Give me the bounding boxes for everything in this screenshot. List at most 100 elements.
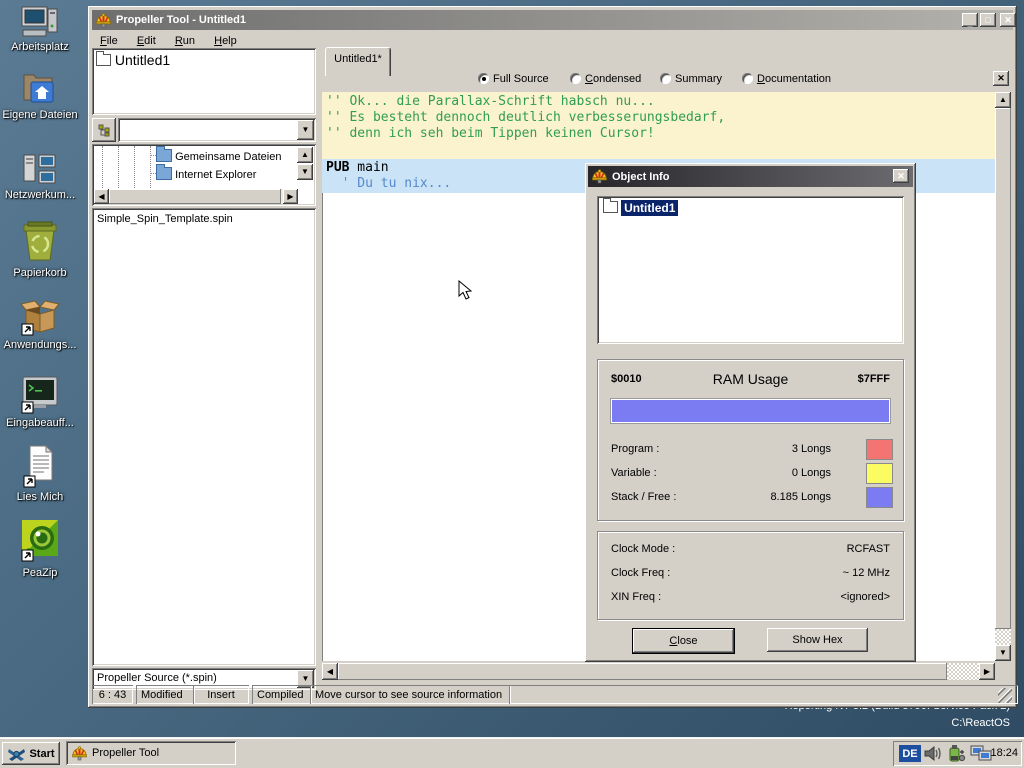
program-color-swatch bbox=[866, 439, 893, 460]
object-folder-icon bbox=[96, 54, 111, 66]
scroll-right-button[interactable]: ▶ bbox=[979, 663, 995, 680]
dialog-titlebar[interactable]: Object Info ✕ bbox=[588, 166, 913, 187]
folder-home-icon bbox=[21, 72, 59, 106]
dialog-tree-root-selected[interactable]: Untitled1 bbox=[621, 200, 678, 216]
tree-scroll-up-button[interactable]: ▲ bbox=[297, 147, 313, 163]
ram-row-label: Stack / Free : bbox=[611, 491, 676, 503]
file-list-item[interactable]: Simple_Spin_Template.spin bbox=[92, 208, 316, 225]
desktop-icon-peazip[interactable]: PeaZip bbox=[0, 518, 80, 579]
clock-row-value: <ignored> bbox=[840, 591, 890, 603]
maximize-button[interactable]: □ bbox=[980, 13, 996, 27]
network-status-icon[interactable] bbox=[970, 745, 992, 762]
window-titlebar[interactable]: Propeller Tool - Untitled1 _ □ ✕ bbox=[92, 10, 1013, 30]
desktop-icon-label: Netzwerkum... bbox=[0, 189, 80, 201]
clock-row-label: Clock Mode : bbox=[611, 543, 675, 555]
dialog-object-tree[interactable]: Untitled1 bbox=[597, 196, 904, 344]
tree-hscroll-thumb[interactable] bbox=[109, 189, 281, 204]
desktop-icon-arbeitsplatz[interactable]: Arbeitsplatz bbox=[0, 6, 80, 53]
ram-row-value: 8.185 Longs bbox=[718, 491, 831, 503]
desktop: Arbeitsplatz Eigene Dateien Netzwerkum..… bbox=[0, 0, 1024, 768]
object-view-panel[interactable]: Untitled1 bbox=[92, 48, 316, 115]
object-root-label[interactable]: Untitled1 bbox=[115, 52, 170, 68]
start-button[interactable]: Start bbox=[2, 742, 60, 765]
editor-horizontal-scrollbar[interactable]: ◀ ▶ bbox=[322, 663, 995, 680]
scroll-up-button[interactable]: ▲ bbox=[995, 92, 1011, 108]
tree-scroll-right-button[interactable]: ▶ bbox=[283, 189, 298, 204]
resize-grip[interactable] bbox=[998, 688, 1012, 703]
tree-horizontal-scrollbar[interactable]: ◀ ▶ bbox=[94, 189, 298, 204]
desktop-icon-label: Anwendungs... bbox=[0, 339, 80, 351]
ram-usage-group: $0010 RAM Usage $7FFF Program : 3 Longs … bbox=[597, 359, 904, 521]
recycle-bin-icon bbox=[18, 218, 62, 264]
radio-documentation[interactable] bbox=[742, 73, 753, 84]
dialog-close-icon[interactable]: ✕ bbox=[893, 169, 909, 183]
path-combo[interactable]: ▼ bbox=[118, 118, 316, 142]
status-cursor-position: 6 : 43 bbox=[92, 685, 133, 704]
reactos-logo-icon bbox=[7, 746, 26, 762]
peazip-icon bbox=[18, 518, 62, 564]
file-filter-value: Propeller Source (*.spin) bbox=[92, 668, 316, 684]
desktop-icon-label: Eigene Dateien bbox=[0, 109, 80, 121]
system-tray: DE 18:24 bbox=[893, 741, 1022, 766]
desktop-icon-eingabeaufforderung[interactable]: Eingabeauff... bbox=[0, 374, 80, 429]
radio-full-source[interactable] bbox=[478, 73, 489, 84]
radio-condensed[interactable] bbox=[570, 73, 581, 84]
status-insert-mode: Insert bbox=[193, 685, 249, 704]
hscroll-thumb[interactable] bbox=[338, 663, 947, 680]
close-button[interactable]: Close bbox=[632, 628, 735, 654]
scroll-down-button[interactable]: ▼ bbox=[995, 645, 1011, 661]
folder-tree-toggle-button[interactable] bbox=[92, 118, 116, 142]
radio-label-full-source[interactable]: Full Source bbox=[493, 73, 549, 85]
dialog-title: Object Info bbox=[612, 171, 669, 183]
console-icon bbox=[20, 374, 60, 414]
tree-item[interactable]: Gemeinsame Dateien bbox=[150, 149, 295, 163]
minimize-button[interactable]: _ bbox=[962, 13, 978, 27]
clock-row-value: RCFAST bbox=[847, 543, 890, 555]
status-message: Move cursor to see source information bbox=[310, 685, 511, 704]
vscroll-thumb[interactable] bbox=[995, 108, 1011, 629]
editor-close-button[interactable]: ✕ bbox=[993, 71, 1009, 86]
status-modified: Modified bbox=[136, 685, 195, 704]
window-title: Propeller Tool - Untitled1 bbox=[116, 14, 246, 26]
object-info-dialog: Object Info ✕ Untitled1 $0010 RAM Usage … bbox=[585, 163, 916, 662]
variable-color-swatch bbox=[866, 463, 893, 484]
folder-icon bbox=[156, 149, 172, 162]
status-empty bbox=[509, 685, 1018, 704]
tree-item[interactable]: Internet Explorer bbox=[150, 167, 295, 181]
desktop-icon-eigene-dateien[interactable]: Eigene Dateien bbox=[0, 72, 80, 121]
propeller-app-icon bbox=[96, 13, 111, 28]
power-status-icon[interactable] bbox=[947, 744, 967, 763]
desktop-icon-netzwerkumgebung[interactable]: Netzwerkum... bbox=[0, 152, 80, 201]
folder-tree[interactable]: Gemeinsame Dateien Internet Explorer ▲ ▼… bbox=[92, 144, 316, 206]
close-button[interactable]: ✕ bbox=[1000, 13, 1016, 27]
desktop-icon-label: Arbeitsplatz bbox=[0, 41, 80, 53]
task-button-propeller-tool[interactable]: Propeller Tool bbox=[66, 741, 236, 765]
radio-label-condensed[interactable]: Condensed bbox=[585, 73, 641, 85]
radio-summary[interactable] bbox=[660, 73, 671, 84]
ram-usage-bar bbox=[610, 398, 891, 424]
keyboard-layout-indicator[interactable]: DE bbox=[899, 745, 921, 762]
propeller-app-icon bbox=[72, 746, 87, 761]
object-folder-icon bbox=[603, 201, 618, 213]
path-combo-dropdown-button[interactable]: ▼ bbox=[297, 120, 314, 140]
desktop-icon-lies-mich[interactable]: Lies Mich bbox=[0, 444, 80, 503]
ram-row-label: Variable : bbox=[611, 467, 657, 479]
file-list[interactable]: Simple_Spin_Template.spin bbox=[92, 208, 316, 666]
mouse-cursor bbox=[458, 280, 474, 302]
ram-end-address: $7FFF bbox=[858, 373, 890, 385]
volume-icon[interactable] bbox=[924, 745, 944, 762]
radio-label-summary[interactable]: Summary bbox=[675, 73, 722, 85]
desktop-icon-label: Eingabeauff... bbox=[0, 417, 80, 429]
folder-icon bbox=[156, 167, 172, 180]
network-icon bbox=[21, 152, 59, 186]
tree-scroll-left-button[interactable]: ◀ bbox=[94, 189, 109, 204]
status-compiled: Compiled bbox=[252, 685, 312, 704]
desktop-icon-papierkorb[interactable]: Papierkorb bbox=[0, 218, 80, 279]
ram-row-value: 0 Longs bbox=[718, 467, 831, 479]
show-hex-button[interactable]: Show Hex bbox=[767, 628, 868, 652]
radio-label-documentation[interactable]: Documentation bbox=[757, 73, 831, 85]
editor-vertical-scrollbar[interactable]: ▲ ▼ bbox=[995, 92, 1011, 661]
scroll-left-button[interactable]: ◀ bbox=[322, 663, 338, 680]
desktop-icon-anwendungen[interactable]: Anwendungs... bbox=[0, 296, 80, 351]
tree-scroll-down-button[interactable]: ▼ bbox=[297, 164, 313, 180]
